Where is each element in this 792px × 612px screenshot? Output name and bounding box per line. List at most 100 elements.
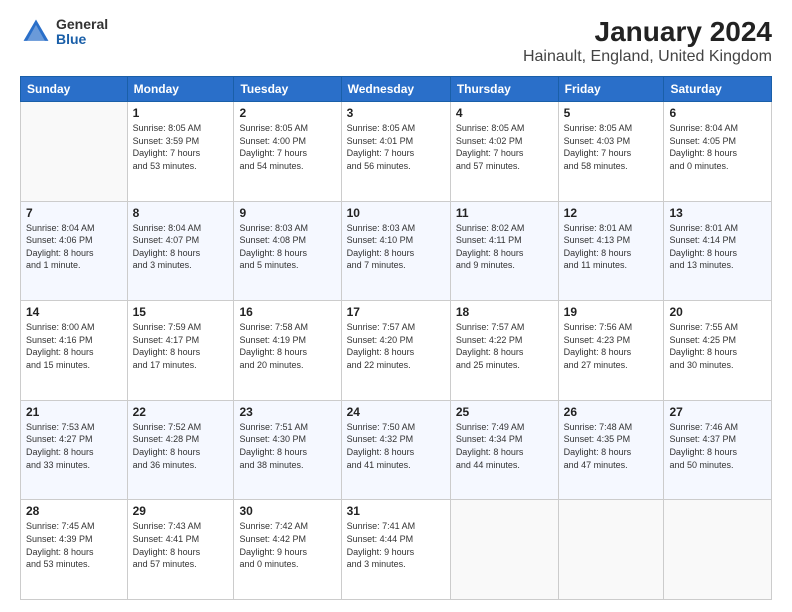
day-info: Sunrise: 8:02 AMSunset: 4:11 PMDaylight:…	[456, 222, 553, 272]
day-info: Sunrise: 7:56 AMSunset: 4:23 PMDaylight:…	[564, 321, 659, 371]
day-info: Sunrise: 7:41 AMSunset: 4:44 PMDaylight:…	[347, 520, 445, 570]
calendar-cell: 13 Sunrise: 8:01 AMSunset: 4:14 PMDayligh…	[664, 201, 772, 301]
calendar-cell: 11 Sunrise: 8:02 AMSunset: 4:11 PMDayligh…	[450, 201, 558, 301]
day-header-thursday: Thursday	[450, 77, 558, 102]
logo-icon	[20, 16, 52, 48]
calendar-cell: 26 Sunrise: 7:48 AMSunset: 4:35 PMDayligh…	[558, 400, 664, 500]
day-header-sunday: Sunday	[21, 77, 128, 102]
calendar-cell: 17Sunrise: 7:57 AMSunset: 4:20 PMDayligh…	[341, 301, 450, 401]
calendar-cell: 27 Sunrise: 7:46 AMSunset: 4:37 PMDayligh…	[664, 400, 772, 500]
calendar-cell: 30Sunrise: 7:42 AMSunset: 4:42 PMDayligh…	[234, 500, 341, 600]
day-info: Sunrise: 8:04 AMSunset: 4:06 PMDaylight:…	[26, 222, 122, 272]
day-info: Sunrise: 8:04 AMSunset: 4:05 PMDaylight:…	[669, 122, 766, 172]
calendar-cell: 14Sunrise: 8:00 AMSunset: 4:16 PMDayligh…	[21, 301, 128, 401]
day-info: Sunrise: 7:46 AMSunset: 4:37 PMDaylight:…	[669, 421, 766, 471]
day-info: Sunrise: 7:45 AMSunset: 4:39 PMDaylight:…	[26, 520, 122, 570]
day-info: Sunrise: 8:05 AMSunset: 4:00 PMDaylight:…	[239, 122, 335, 172]
day-info: Sunrise: 7:55 AMSunset: 4:25 PMDaylight:…	[669, 321, 766, 371]
calendar-cell: 9Sunrise: 8:03 AMSunset: 4:08 PMDaylight…	[234, 201, 341, 301]
calendar-cell: 23 Sunrise: 7:51 AMSunset: 4:30 PMDayligh…	[234, 400, 341, 500]
day-number: 15	[133, 305, 229, 319]
calendar-cell: 2 Sunrise: 8:05 AMSunset: 4:00 PMDaylight…	[234, 102, 341, 202]
logo-text: General Blue	[56, 17, 108, 48]
day-header-tuesday: Tuesday	[234, 77, 341, 102]
day-number: 31	[347, 504, 445, 518]
calendar-cell: 3 Sunrise: 8:05 AMSunset: 4:01 PMDaylight…	[341, 102, 450, 202]
week-row-3: 14Sunrise: 8:00 AMSunset: 4:16 PMDayligh…	[21, 301, 772, 401]
calendar-cell: 22 Sunrise: 7:52 AMSunset: 4:28 PMDayligh…	[127, 400, 234, 500]
day-number: 9	[239, 206, 335, 220]
calendar-cell	[21, 102, 128, 202]
calendar-header: SundayMondayTuesdayWednesdayThursdayFrid…	[21, 77, 772, 102]
day-number: 18	[456, 305, 553, 319]
day-info: Sunrise: 8:04 AMSunset: 4:07 PMDaylight:…	[133, 222, 229, 272]
week-row-4: 21 Sunrise: 7:53 AMSunset: 4:27 PMDayligh…	[21, 400, 772, 500]
day-info: Sunrise: 7:57 AMSunset: 4:20 PMDaylight:…	[347, 321, 445, 371]
day-info: Sunrise: 7:49 AMSunset: 4:34 PMDaylight:…	[456, 421, 553, 471]
day-number: 22	[133, 405, 229, 419]
day-info: Sunrise: 7:58 AMSunset: 4:19 PMDaylight:…	[239, 321, 335, 371]
day-info: Sunrise: 8:01 AMSunset: 4:14 PMDaylight:…	[669, 222, 766, 272]
calendar-cell: 21 Sunrise: 7:53 AMSunset: 4:27 PMDayligh…	[21, 400, 128, 500]
calendar-cell: 4Sunrise: 8:05 AMSunset: 4:02 PMDaylight…	[450, 102, 558, 202]
day-number: 25	[456, 405, 553, 419]
week-row-5: 28Sunrise: 7:45 AMSunset: 4:39 PMDayligh…	[21, 500, 772, 600]
calendar-cell	[664, 500, 772, 600]
week-row-2: 7 Sunrise: 8:04 AMSunset: 4:06 PMDaylight…	[21, 201, 772, 301]
day-number: 13	[669, 206, 766, 220]
day-number: 30	[239, 504, 335, 518]
day-info: Sunrise: 8:01 AMSunset: 4:13 PMDaylight:…	[564, 222, 659, 272]
day-number: 7	[26, 206, 122, 220]
calendar-cell: 16Sunrise: 7:58 AMSunset: 4:19 PMDayligh…	[234, 301, 341, 401]
day-header-monday: Monday	[127, 77, 234, 102]
header: General Blue January 2024 Hainault, Engl…	[20, 16, 772, 66]
title-block: January 2024 Hainault, England, United K…	[523, 16, 772, 66]
day-header-friday: Friday	[558, 77, 664, 102]
day-number: 14	[26, 305, 122, 319]
calendar-title: January 2024	[523, 16, 772, 48]
day-number: 12	[564, 206, 659, 220]
day-number: 1	[133, 106, 229, 120]
day-info: Sunrise: 7:52 AMSunset: 4:28 PMDaylight:…	[133, 421, 229, 471]
day-number: 3	[347, 106, 445, 120]
calendar-cell: 12 Sunrise: 8:01 AMSunset: 4:13 PMDayligh…	[558, 201, 664, 301]
calendar-cell: 29Sunrise: 7:43 AMSunset: 4:41 PMDayligh…	[127, 500, 234, 600]
logo-blue: Blue	[56, 32, 108, 47]
day-number: 29	[133, 504, 229, 518]
day-number: 20	[669, 305, 766, 319]
calendar-cell: 25 Sunrise: 7:49 AMSunset: 4:34 PMDayligh…	[450, 400, 558, 500]
calendar-cell: 6 Sunrise: 8:04 AMSunset: 4:05 PMDaylight…	[664, 102, 772, 202]
day-number: 2	[239, 106, 335, 120]
day-header-wednesday: Wednesday	[341, 77, 450, 102]
day-number: 11	[456, 206, 553, 220]
calendar-cell: 28Sunrise: 7:45 AMSunset: 4:39 PMDayligh…	[21, 500, 128, 600]
calendar-table: SundayMondayTuesdayWednesdayThursdayFrid…	[20, 76, 772, 600]
day-number: 24	[347, 405, 445, 419]
day-info: Sunrise: 7:53 AMSunset: 4:27 PMDaylight:…	[26, 421, 122, 471]
day-info: Sunrise: 8:05 AMSunset: 4:01 PMDaylight:…	[347, 122, 445, 172]
day-info: Sunrise: 7:57 AMSunset: 4:22 PMDaylight:…	[456, 321, 553, 371]
calendar-cell: 31 Sunrise: 7:41 AMSunset: 4:44 PMDayligh…	[341, 500, 450, 600]
day-info: Sunrise: 8:03 AMSunset: 4:10 PMDaylight:…	[347, 222, 445, 272]
day-info: Sunrise: 7:51 AMSunset: 4:30 PMDaylight:…	[239, 421, 335, 471]
day-number: 8	[133, 206, 229, 220]
day-info: Sunrise: 7:48 AMSunset: 4:35 PMDaylight:…	[564, 421, 659, 471]
day-number: 23	[239, 405, 335, 419]
page: General Blue January 2024 Hainault, Engl…	[0, 0, 792, 612]
day-number: 6	[669, 106, 766, 120]
calendar-body: 1 Sunrise: 8:05 AMSunset: 3:59 PMDaylight…	[21, 102, 772, 600]
day-info: Sunrise: 8:05 AMSunset: 4:03 PMDaylight:…	[564, 122, 659, 172]
day-info: Sunrise: 7:59 AMSunset: 4:17 PMDaylight:…	[133, 321, 229, 371]
day-info: Sunrise: 8:05 AMSunset: 3:59 PMDaylight:…	[133, 122, 229, 172]
calendar-cell: 5Sunrise: 8:05 AMSunset: 4:03 PMDaylight…	[558, 102, 664, 202]
day-number: 21	[26, 405, 122, 419]
week-row-1: 1 Sunrise: 8:05 AMSunset: 3:59 PMDaylight…	[21, 102, 772, 202]
calendar-cell: 1 Sunrise: 8:05 AMSunset: 3:59 PMDaylight…	[127, 102, 234, 202]
day-number: 26	[564, 405, 659, 419]
day-number: 27	[669, 405, 766, 419]
logo: General Blue	[20, 16, 108, 48]
calendar-cell: 7 Sunrise: 8:04 AMSunset: 4:06 PMDaylight…	[21, 201, 128, 301]
calendar-cell: 20 Sunrise: 7:55 AMSunset: 4:25 PMDayligh…	[664, 301, 772, 401]
calendar-cell: 15 Sunrise: 7:59 AMSunset: 4:17 PMDayligh…	[127, 301, 234, 401]
day-header-saturday: Saturday	[664, 77, 772, 102]
